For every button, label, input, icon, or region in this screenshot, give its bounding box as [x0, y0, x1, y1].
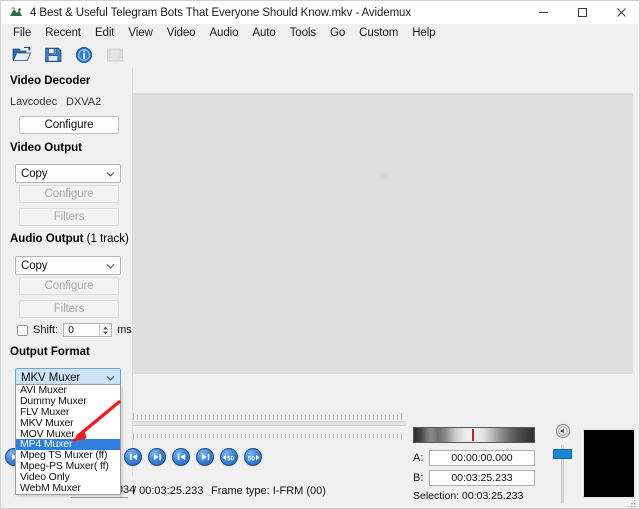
resize-grip-icon[interactable] [627, 496, 637, 508]
menu-auto[interactable]: Auto [245, 26, 282, 40]
menu-video[interactable]: Video [160, 26, 203, 40]
selection-duration-label: Selection: 00:03:25.233 [413, 490, 524, 502]
menu-audio[interactable]: Audio [202, 26, 245, 40]
timeline-ruler-bottom [133, 429, 406, 440]
audio-shift-row: Shift: 0 ms [17, 323, 132, 337]
avidemux-icon [8, 5, 24, 21]
go-to-end-button[interactable] [148, 448, 166, 466]
svg-text:50: 50 [227, 455, 235, 462]
playhead-cursor [471, 429, 474, 441]
menu-go[interactable]: Go [323, 26, 352, 40]
menu-file[interactable]: File [6, 26, 38, 40]
total-time-label: / 00:03:25.233 [133, 485, 204, 497]
audio-output-codec-value: Copy [21, 259, 48, 272]
shift-label: Shift: [33, 324, 59, 336]
shift-value-stepper[interactable]: 0 [63, 323, 113, 337]
menu-help[interactable]: Help [405, 26, 442, 40]
menu-bar: File Recent Edit View Video Audio Auto T… [1, 24, 639, 41]
menu-view[interactable]: View [121, 26, 159, 40]
video-preview-area[interactable] [133, 93, 633, 374]
video-filter-icon[interactable] [104, 44, 126, 65]
frame-type-label: Frame type: [211, 485, 270, 497]
timeline-area[interactable] [133, 401, 406, 443]
timeline-scrollbar[interactable] [133, 421, 406, 426]
decoder-codec-label: Lavcodec [10, 96, 58, 108]
go-to-start-button[interactable] [124, 448, 142, 466]
audio-output-heading: Audio Output (1 track) [10, 233, 129, 245]
window-controls [524, 1, 639, 24]
forward-50-frames-button[interactable]: 50 [244, 448, 262, 466]
menu-tools[interactable]: Tools [283, 26, 323, 40]
chevron-down-icon [106, 261, 115, 270]
output-format-heading: Output Format [10, 346, 90, 358]
info-icon[interactable] [73, 44, 95, 65]
marker-b-label: B: [413, 472, 424, 484]
maximize-button[interactable] [563, 1, 602, 24]
volume-slider-handle[interactable] [553, 449, 572, 459]
video-output-filters-button[interactable]: Filters [19, 208, 119, 226]
frame-type-value: I-FRM (00) [272, 485, 326, 497]
chevron-down-icon [106, 169, 115, 178]
decoder-acceleration-label: DXVA2 [66, 96, 102, 108]
back-50-frames-button[interactable]: 50 [220, 448, 238, 466]
svg-text:50: 50 [248, 455, 256, 462]
marker-a-field[interactable]: 00:00:00.000 [429, 450, 535, 466]
chevron-down-icon [106, 373, 115, 382]
marker-a-label: A: [413, 452, 424, 464]
video-output-heading: Video Output [10, 142, 82, 154]
shift-checkbox[interactable] [17, 324, 28, 336]
shift-value: 0 [68, 324, 74, 336]
avidemux-window: 4 Best & Useful Telegram Bots That Every… [0, 0, 640, 509]
main-toolbar [1, 41, 639, 68]
marker-b-row: B: 00:03:25.233 [413, 470, 535, 486]
menu-recent[interactable]: Recent [38, 26, 88, 40]
audio-output-filters-button[interactable]: Filters [19, 300, 119, 318]
minimize-button[interactable] [524, 1, 563, 24]
preview-artifact [383, 175, 385, 177]
audio-output-codec-select[interactable]: Copy [15, 256, 121, 275]
marker-a-row: A: 00:00:00.000 [413, 450, 535, 466]
previous-keyframe-button[interactable] [172, 448, 190, 466]
timeline-ruler-top [133, 408, 406, 420]
speaker-icon[interactable] [555, 423, 571, 444]
audio-output-configure-button[interactable]: Configure [19, 277, 119, 295]
video-decoder-info: Lavcodec DXVA2 [10, 96, 125, 108]
video-thumbnail-preview [583, 429, 635, 498]
save-file-icon[interactable] [42, 44, 64, 65]
title-bar: 4 Best & Useful Telegram Bots That Every… [1, 1, 639, 24]
audio-track-count: (1 track) [86, 233, 129, 245]
dropdown-option-webm-muxer[interactable]: WebM Muxer [16, 483, 120, 494]
output-format-dropdown-list[interactable]: AVI Muxer Dummy Muxer FLV Muxer MKV Muxe… [15, 384, 121, 495]
navigation-thumbnail-strip[interactable] [413, 427, 535, 443]
video-output-configure-button[interactable]: Configure [19, 185, 119, 203]
video-decoder-heading: Video Decoder [10, 75, 91, 87]
video-output-codec-value: Copy [21, 167, 48, 180]
volume-control[interactable] [551, 423, 575, 505]
next-keyframe-button[interactable] [196, 448, 214, 466]
dropdown-option-mkv-muxer[interactable]: MKV Muxer [16, 417, 120, 429]
stepper-arrows-icon[interactable] [99, 324, 112, 336]
open-file-icon[interactable] [11, 44, 33, 65]
video-output-codec-select[interactable]: Copy [15, 164, 121, 183]
video-decoder-configure-button[interactable]: Configure [19, 116, 119, 134]
window-title: 4 Best & Useful Telegram Bots That Every… [30, 6, 412, 19]
marker-b-field[interactable]: 00:03:25.233 [429, 470, 535, 486]
close-button[interactable] [602, 1, 639, 24]
output-format-value: MKV Muxer [21, 371, 81, 384]
menu-custom[interactable]: Custom [352, 26, 405, 40]
audio-output-heading-text: Audio Output [10, 233, 84, 245]
frame-type-info: Frame type: I-FRM (00) [211, 485, 326, 497]
menu-edit[interactable]: Edit [88, 26, 121, 40]
shift-unit-label: ms [117, 324, 132, 336]
